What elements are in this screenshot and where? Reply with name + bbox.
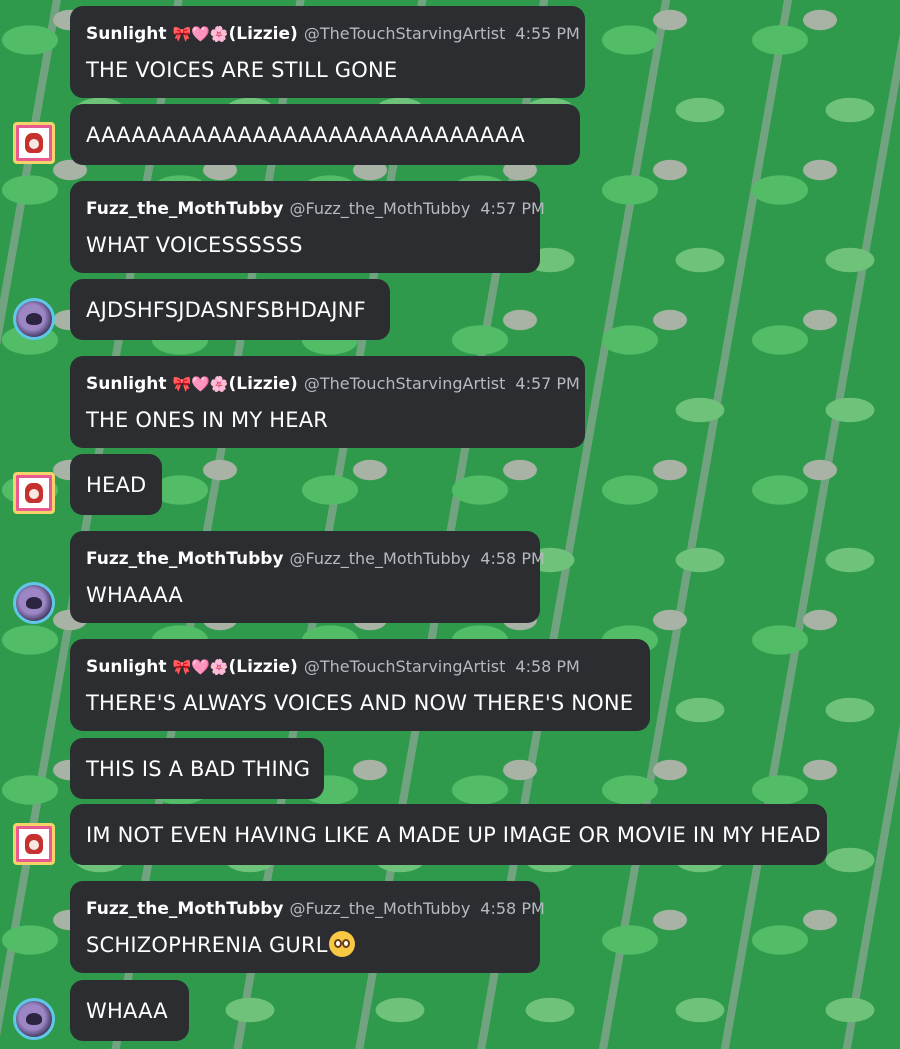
timestamp: 4:57 PM <box>480 199 545 218</box>
message-header: Fuzz_the_MothTubby @Fuzz_the_MothTubby 4… <box>86 899 545 921</box>
message-text: THE VOICES ARE STILL GONE <box>86 58 398 82</box>
message-text: WHAT VOICESSSSSS <box>86 233 303 257</box>
author-handle: @Fuzz_the_MothTubby <box>289 199 471 218</box>
message-bubble[interactable]: AAAAAAAAAAAAAAAAAAAAAAAAAAAAA <box>70 104 580 165</box>
message-text: THE ONES IN MY HEAR <box>86 408 329 432</box>
author-name[interactable]: Sunlight 🎀🩷🌸(Lizzie) <box>86 374 298 394</box>
avatar[interactable] <box>13 122 55 164</box>
avatar[interactable] <box>13 582 55 624</box>
message-text: AAAAAAAAAAAAAAAAAAAAAAAAAAAAA <box>86 122 525 147</box>
timestamp: 4:57 PM <box>515 374 580 393</box>
message-bubble[interactable]: WHAAA <box>70 980 189 1041</box>
message-bubble[interactable]: Fuzz_the_MothTubby @Fuzz_the_MothTubby 4… <box>70 881 545 973</box>
author-name[interactable]: Fuzz_the_MothTubby <box>86 549 284 569</box>
author-name[interactable]: Fuzz_the_MothTubby <box>86 199 284 219</box>
author-name[interactable]: Sunlight 🎀🩷🌸(Lizzie) <box>86 24 298 44</box>
message-bubble[interactable]: Fuzz_the_MothTubby @Fuzz_the_MothTubby 4… <box>70 531 545 623</box>
message-header: Sunlight 🎀🩷🌸(Lizzie) @TheTouchStarvingAr… <box>86 24 580 46</box>
avatar[interactable] <box>13 823 55 865</box>
pleading-face-icon <box>328 931 355 957</box>
avatar[interactable] <box>13 472 55 514</box>
message-bubble[interactable]: AJDSHFSJDASNFSBHDAJNF <box>70 279 390 340</box>
message-header: Fuzz_the_MothTubby @Fuzz_the_MothTubby 4… <box>86 199 545 221</box>
avatar[interactable] <box>13 998 55 1040</box>
message-text: WHAAAA <box>86 583 183 607</box>
author-handle: @TheTouchStarvingArtist <box>303 24 506 43</box>
avatar[interactable] <box>13 298 55 340</box>
author-name[interactable]: Fuzz_the_MothTubby <box>86 899 284 919</box>
message-bubble[interactable]: Sunlight 🎀🩷🌸(Lizzie) @TheTouchStarvingAr… <box>70 6 585 98</box>
message-bubble[interactable]: Sunlight 🎀🩷🌸(Lizzie) @TheTouchStarvingAr… <box>70 639 650 731</box>
timestamp: 4:58 PM <box>480 549 545 568</box>
message-header: Sunlight 🎀🩷🌸(Lizzie) @TheTouchStarvingAr… <box>86 374 580 396</box>
message-bubble[interactable]: HEAD <box>70 454 162 515</box>
bow-heart-flower-emoji: 🎀🩷🌸 <box>172 658 229 676</box>
message-bubble[interactable]: Fuzz_the_MothTubby @Fuzz_the_MothTubby 4… <box>70 181 545 273</box>
message-header: Fuzz_the_MothTubby @Fuzz_the_MothTubby 4… <box>86 549 545 571</box>
message-text: HEAD <box>86 472 147 497</box>
message-text: THERE'S ALWAYS VOICES AND NOW THERE'S NO… <box>86 691 634 715</box>
timestamp: 4:58 PM <box>515 657 580 676</box>
message-bubble[interactable]: Sunlight 🎀🩷🌸(Lizzie) @TheTouchStarvingAr… <box>70 356 585 448</box>
message-text: THIS IS A BAD THING <box>86 756 311 781</box>
author-handle: @TheTouchStarvingArtist <box>303 657 506 676</box>
message-text: WHAAA <box>86 998 168 1023</box>
message-bubble[interactable]: THIS IS A BAD THING <box>70 738 324 799</box>
chat-log: Sunlight 🎀🩷🌸(Lizzie) @TheTouchStarvingAr… <box>0 0 900 1049</box>
message-header: Sunlight 🎀🩷🌸(Lizzie) @TheTouchStarvingAr… <box>86 657 634 679</box>
author-handle: @TheTouchStarvingArtist <box>303 374 506 393</box>
author-name[interactable]: Sunlight 🎀🩷🌸(Lizzie) <box>86 657 298 677</box>
author-handle: @Fuzz_the_MothTubby <box>289 549 471 568</box>
message-text: SCHIZOPHRENIA GURL <box>86 931 524 959</box>
message-text: IM NOT EVEN HAVING LIKE A MADE UP IMAGE … <box>86 822 821 847</box>
message-bubble[interactable]: IM NOT EVEN HAVING LIKE A MADE UP IMAGE … <box>70 804 827 865</box>
timestamp: 4:58 PM <box>480 899 545 918</box>
timestamp: 4:55 PM <box>515 24 580 43</box>
author-handle: @Fuzz_the_MothTubby <box>289 899 471 918</box>
bow-heart-flower-emoji: 🎀🩷🌸 <box>172 25 229 43</box>
message-text: AJDSHFSJDASNFSBHDAJNF <box>86 297 366 322</box>
bow-heart-flower-emoji: 🎀🩷🌸 <box>172 375 229 393</box>
